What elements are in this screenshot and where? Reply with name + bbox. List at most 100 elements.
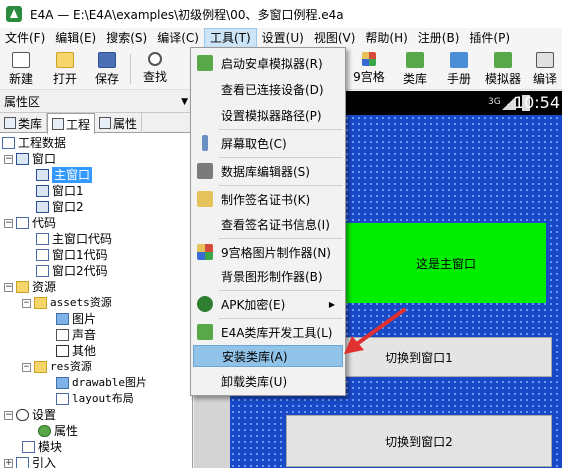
menu-item-install-library[interactable]: 安装类库(A) — [193, 345, 343, 367]
menu-plugins[interactable]: 插件(P) — [464, 28, 515, 48]
tree-node-sounds[interactable]: 声音 — [56, 327, 96, 343]
window-icon — [36, 201, 49, 213]
tree-node-main-window-code[interactable]: 主窗口代码 — [36, 231, 112, 247]
tree-node-images[interactable]: 图片 — [56, 311, 96, 327]
menu-help[interactable]: 帮助(H) — [360, 28, 412, 48]
compile-icon — [536, 52, 554, 68]
tab-project[interactable]: 工程 — [47, 113, 96, 134]
tree-node-res[interactable]: − res资源 — [22, 359, 92, 375]
menu-separator — [219, 157, 343, 158]
main-window-label-box[interactable]: 这是主窗口 — [346, 223, 546, 303]
info-icon — [16, 409, 29, 421]
tree-node-modules[interactable]: 模块 — [22, 439, 62, 455]
tree-node-window1[interactable]: 窗口1 — [36, 183, 84, 199]
tree-node-code[interactable]: − 代码 — [4, 215, 56, 231]
menu-item-library-dev-tool[interactable]: E4A类库开发工具(L) — [193, 321, 343, 343]
library-tool-icon — [197, 324, 213, 340]
new-button[interactable]: 新建 — [2, 50, 40, 88]
menu-separator — [219, 290, 343, 291]
tree-label: 工程数据 — [18, 136, 67, 150]
collapse-icon[interactable]: − — [4, 410, 13, 420]
switch-window2-button[interactable]: 切换到窗口2 — [286, 415, 552, 467]
manual-button[interactable]: 手册 — [440, 50, 478, 88]
folder-icon — [34, 297, 47, 309]
tree-label: 模块 — [38, 440, 63, 454]
menu-item-label: 制作签名证书(K) — [221, 192, 311, 207]
menu-item-label: APK加密(E) — [221, 297, 286, 312]
menu-separator — [219, 129, 343, 130]
collapse-icon[interactable]: − — [4, 218, 13, 228]
tree-node-settings[interactable]: − 设置 — [4, 407, 56, 423]
menu-item-background-maker[interactable]: 背景图形制作器(B) — [193, 265, 343, 287]
menu-separator — [219, 185, 343, 186]
tree-label: 资源 — [32, 280, 57, 294]
submenu-arrow-icon: ▶ — [328, 299, 335, 309]
menu-file[interactable]: 文件(F) — [0, 28, 50, 48]
grid9-button[interactable]: 9宫格 — [350, 50, 388, 88]
collapse-icon[interactable]: − — [22, 362, 31, 372]
open-button[interactable]: 打开 — [46, 50, 84, 88]
emulator-button[interactable]: 模拟器 — [484, 50, 522, 88]
image-icon — [56, 313, 69, 325]
tree-node-properties[interactable]: 属性 — [38, 423, 78, 439]
menu-item-label: 启动安卓模拟器(R) — [221, 56, 323, 71]
menu-item-view-certificate[interactable]: 查看签名证书信息(I) — [193, 213, 343, 235]
tree-label: 声音 — [72, 328, 97, 342]
blank-icon — [197, 268, 213, 284]
menu-item-uninstall-library[interactable]: 卸载类库(U) — [193, 370, 343, 392]
tree-node-drawable[interactable]: drawable图片 — [56, 375, 147, 391]
tree-node-assets[interactable]: − assets资源 — [22, 295, 112, 311]
tree-node-other[interactable]: 其他 — [56, 343, 96, 359]
tree-node-window1-code[interactable]: 窗口1代码 — [36, 247, 108, 263]
tree-node-resources[interactable]: − 资源 — [4, 279, 56, 295]
menu-item-set-emulator-path[interactable]: 设置模拟器路径(P) — [193, 104, 343, 126]
find-button[interactable]: 查找 — [136, 50, 174, 88]
layout-file-icon — [56, 393, 69, 405]
tree-label: 属性 — [54, 424, 79, 438]
menu-item-9patch-maker[interactable]: 9宫格图片制作器(N) — [193, 241, 343, 263]
collapse-icon[interactable]: − — [4, 282, 13, 292]
menu-register[interactable]: 注册(B) — [413, 28, 465, 48]
tab-properties[interactable]: 属性 — [95, 113, 143, 133]
menu-view[interactable]: 视图(V) — [309, 28, 361, 48]
menu-item-view-devices[interactable]: 查看已连接设备(D) — [193, 78, 343, 100]
shield-icon — [197, 296, 213, 312]
tree-node-window[interactable]: − 窗口 — [4, 151, 56, 167]
menu-edit[interactable]: 编辑(E) — [50, 28, 101, 48]
menu-item-label: 查看签名证书信息(I) — [221, 217, 330, 232]
tree-node-project-data[interactable]: 工程数据 — [2, 135, 66, 151]
menu-item-color-picker[interactable]: 屏幕取色(C) — [193, 132, 343, 154]
menu-item-start-emulator[interactable]: 启动安卓模拟器(R) — [193, 52, 343, 74]
collapse-icon[interactable]: − — [4, 154, 13, 164]
open-label: 打开 — [52, 72, 77, 86]
tree-label: 窗口1 — [52, 184, 84, 198]
menu-item-label: 查看已连接设备(D) — [221, 82, 324, 97]
tree-label: 图片 — [72, 312, 97, 326]
collapse-icon[interactable]: − — [22, 298, 31, 308]
menu-compile[interactable]: 编译(C) — [152, 28, 204, 48]
menu-item-apk-encrypt[interactable]: APK加密(E) ▶ — [193, 293, 343, 315]
tab-library[interactable]: 类库 — [0, 113, 48, 133]
library-button[interactable]: 类库 — [396, 50, 434, 88]
tree-node-window2[interactable]: 窗口2 — [36, 199, 84, 215]
dropdown-arrow-icon[interactable]: ▼ — [181, 91, 188, 113]
emulator-icon — [494, 52, 512, 68]
menu-search[interactable]: 搜索(S) — [101, 28, 152, 48]
compile-button[interactable]: 编译 — [528, 50, 562, 88]
tree-node-window2-code[interactable]: 窗口2代码 — [36, 263, 108, 279]
save-button[interactable]: 保存 — [88, 50, 126, 88]
tree-node-imports[interactable]: + 引入 — [4, 455, 56, 468]
tree-node-main-window[interactable]: 主窗口 — [36, 167, 93, 183]
tree-label: 引入 — [32, 456, 57, 468]
menu-tools[interactable]: 工具(T) — [203, 28, 257, 48]
menu-item-make-certificate[interactable]: 制作签名证书(K) — [193, 188, 343, 210]
code-file-icon — [36, 233, 49, 245]
question-icon — [56, 345, 69, 357]
expand-icon[interactable]: + — [4, 458, 13, 468]
main-window-label: 这是主窗口 — [415, 256, 476, 271]
menu-settings[interactable]: 设置(U) — [257, 28, 309, 48]
menu-item-database-editor[interactable]: 数据库编辑器(S) — [193, 160, 343, 182]
menu-item-label: 9宫格图片制作器(N) — [221, 245, 331, 260]
tree-node-layout[interactable]: layout布局 — [56, 391, 134, 407]
tree-label: layout布局 — [72, 392, 134, 405]
